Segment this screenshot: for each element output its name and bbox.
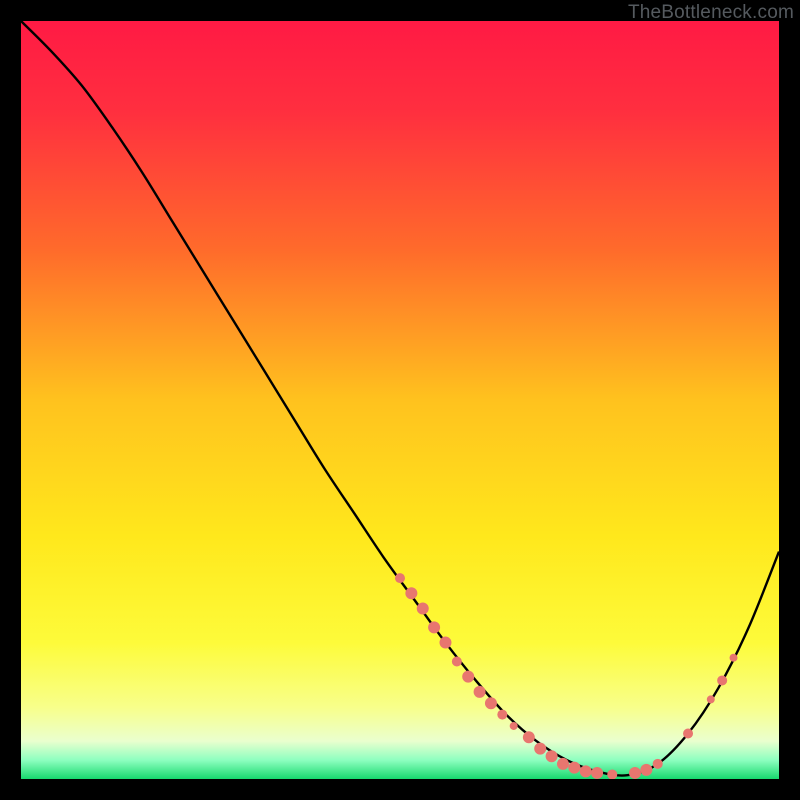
curve-marker	[474, 686, 486, 698]
curve-marker	[485, 697, 497, 709]
bottleneck-chart	[21, 21, 779, 779]
attribution-label: TheBottleneck.com	[628, 2, 794, 24]
curve-marker	[557, 758, 569, 770]
curve-marker	[523, 731, 535, 743]
curve-marker	[405, 587, 417, 599]
gradient-background	[21, 21, 779, 779]
curve-marker	[534, 743, 546, 755]
curve-marker	[428, 621, 440, 633]
curve-marker	[591, 767, 603, 779]
curve-marker	[568, 762, 580, 774]
curve-marker	[580, 765, 592, 777]
curve-marker	[707, 695, 715, 703]
curve-marker	[439, 637, 451, 649]
curve-marker	[462, 671, 474, 683]
curve-marker	[510, 722, 518, 730]
curve-marker	[629, 767, 641, 779]
curve-marker	[653, 759, 663, 769]
curve-marker	[607, 769, 617, 779]
curve-marker	[497, 710, 507, 720]
curve-marker	[417, 602, 429, 614]
chart-frame	[21, 21, 779, 779]
curve-marker	[683, 729, 693, 739]
curve-marker	[730, 654, 738, 662]
curve-marker	[395, 573, 405, 583]
curve-marker	[546, 750, 558, 762]
curve-marker	[640, 764, 652, 776]
curve-marker	[452, 657, 462, 667]
curve-marker	[717, 675, 727, 685]
